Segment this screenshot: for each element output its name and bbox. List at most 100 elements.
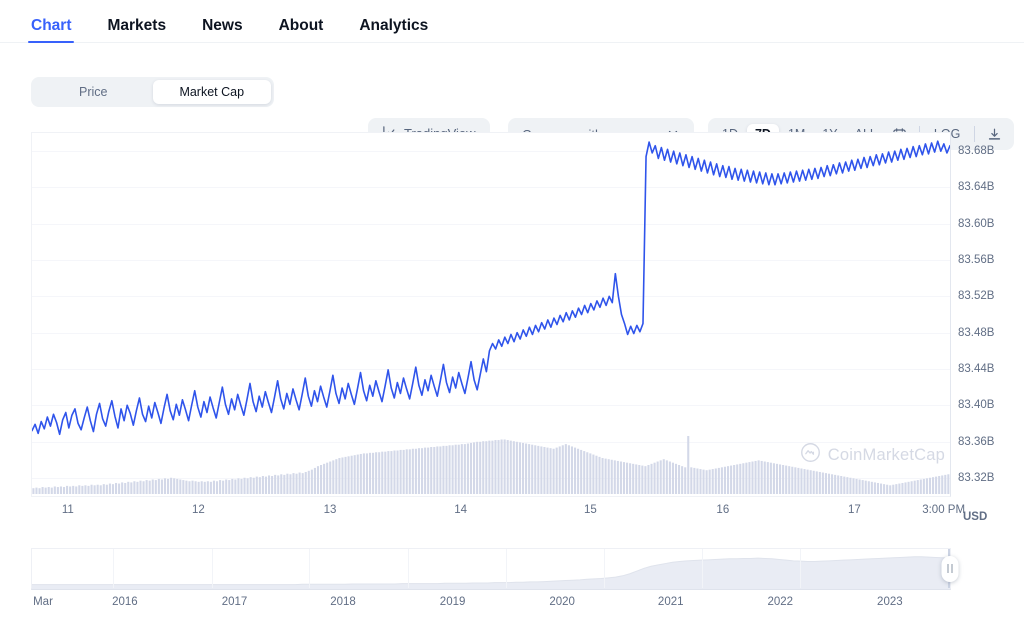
navigator-right-handle[interactable] [942, 556, 959, 582]
navigator-tick: Mar [33, 596, 53, 608]
volume-bar [626, 463, 628, 494]
volume-bar [620, 462, 622, 494]
volume-bar [127, 482, 129, 494]
volume-bar [623, 462, 625, 494]
volume-bar [647, 465, 649, 494]
navigator-labels: Mar20162017201820192020202120222023 [0, 596, 1024, 616]
volume-bar [644, 466, 646, 494]
volume-bar [565, 444, 567, 494]
volume-bar [580, 450, 582, 494]
metric-toggle-market-cap[interactable]: Market Cap [153, 80, 272, 104]
navigator-tick: 2016 [112, 596, 138, 608]
volume-bar [880, 484, 882, 494]
volume-bar [433, 447, 435, 494]
y-axis-tick: 83.68B [958, 145, 994, 157]
volume-bar [715, 468, 717, 494]
volume-bar [944, 475, 946, 494]
volume-bar [112, 484, 114, 494]
volume-bar [133, 481, 135, 494]
volume-bar [663, 459, 665, 494]
volume-bar [179, 480, 181, 495]
chart-plot-area[interactable]: CoinMarketCap [31, 132, 951, 497]
tab-analytics[interactable]: Analytics [359, 18, 428, 44]
volume-bar [228, 480, 230, 494]
volume-bar [360, 454, 362, 494]
volume-bar [136, 482, 138, 494]
volume-bar [617, 461, 619, 494]
volume-bar [598, 457, 600, 494]
volume-bar [592, 455, 594, 494]
volume-bar [400, 450, 402, 494]
volume-bar [831, 474, 833, 494]
metric-toggle-price[interactable]: Price [34, 80, 153, 104]
volume-bar [629, 463, 631, 494]
volume-bar [895, 484, 897, 494]
volume-bar [81, 486, 83, 494]
volume-bar [638, 465, 640, 494]
volume-bar [381, 452, 383, 494]
volume-bar [751, 462, 753, 494]
volume-bar [654, 463, 656, 494]
volume-bar [375, 452, 377, 494]
volume-bar [348, 456, 350, 494]
navigator-track[interactable] [31, 548, 951, 590]
tab-chart[interactable]: Chart [31, 18, 71, 44]
volume-bar [776, 464, 778, 494]
volume-bar [782, 465, 784, 494]
tab-list: Chart Markets News About Analytics [0, 0, 1024, 43]
volume-bar [130, 482, 132, 494]
volume-bar [687, 436, 689, 494]
volume-bar [920, 480, 922, 495]
range-navigator[interactable] [31, 548, 951, 590]
volume-bar [840, 476, 842, 494]
volume-bar [247, 478, 249, 494]
volume-bar [170, 478, 172, 494]
tab-news[interactable]: News [202, 18, 243, 44]
volume-bar [69, 486, 71, 494]
volume-bar [121, 482, 123, 494]
section-chart: CoinMarketCap 83.68B83.64B83.60B83.56B83… [0, 118, 1024, 538]
y-axis-labels: 83.68B83.64B83.60B83.56B83.52B83.48B83.4… [958, 132, 1024, 497]
grip-bar [951, 564, 953, 573]
volume-bar [507, 440, 509, 494]
volume-bar [635, 464, 637, 494]
volume-bar [883, 484, 885, 494]
volume-bar [571, 446, 573, 494]
volume-bar [305, 472, 307, 494]
volume-bar [296, 474, 298, 494]
section-controls: PriceMarket Cap TradingView Compare with… [0, 43, 1024, 118]
volume-bar [152, 480, 154, 495]
navigator-tick: 2018 [330, 596, 356, 608]
x-axis-tick: 14 [454, 504, 467, 516]
tab-markets[interactable]: Markets [107, 18, 166, 44]
volume-bar [681, 466, 683, 494]
volume-bar [458, 445, 460, 494]
volume-bar [556, 448, 558, 494]
volume-bar [240, 479, 242, 494]
volume-bar [852, 478, 854, 494]
volume-bar [470, 443, 472, 494]
metric-toggle[interactable]: PriceMarket Cap [31, 77, 274, 107]
tab-about[interactable]: About [279, 18, 324, 44]
currency-label: USD [963, 511, 987, 523]
navigator-gridline [309, 549, 310, 588]
volume-bar [164, 478, 166, 494]
volume-bar [709, 470, 711, 494]
volume-bar [611, 460, 613, 494]
volume-bar [791, 467, 793, 494]
volume-bar [816, 471, 818, 494]
volume-bar [51, 488, 53, 494]
volume-bar [216, 481, 218, 494]
x-axis-tick: 12 [192, 504, 205, 516]
volume-bar [262, 476, 264, 494]
navigator-gridline [113, 549, 114, 588]
volume-bar [332, 460, 334, 494]
volume-bar [745, 463, 747, 494]
volume-bar [302, 473, 304, 494]
volume-bar [225, 480, 227, 495]
volume-bar [397, 451, 399, 495]
volume-bar [641, 466, 643, 494]
volume-bar [819, 472, 821, 494]
volume-bar [834, 475, 836, 494]
volume-bar [479, 442, 481, 494]
